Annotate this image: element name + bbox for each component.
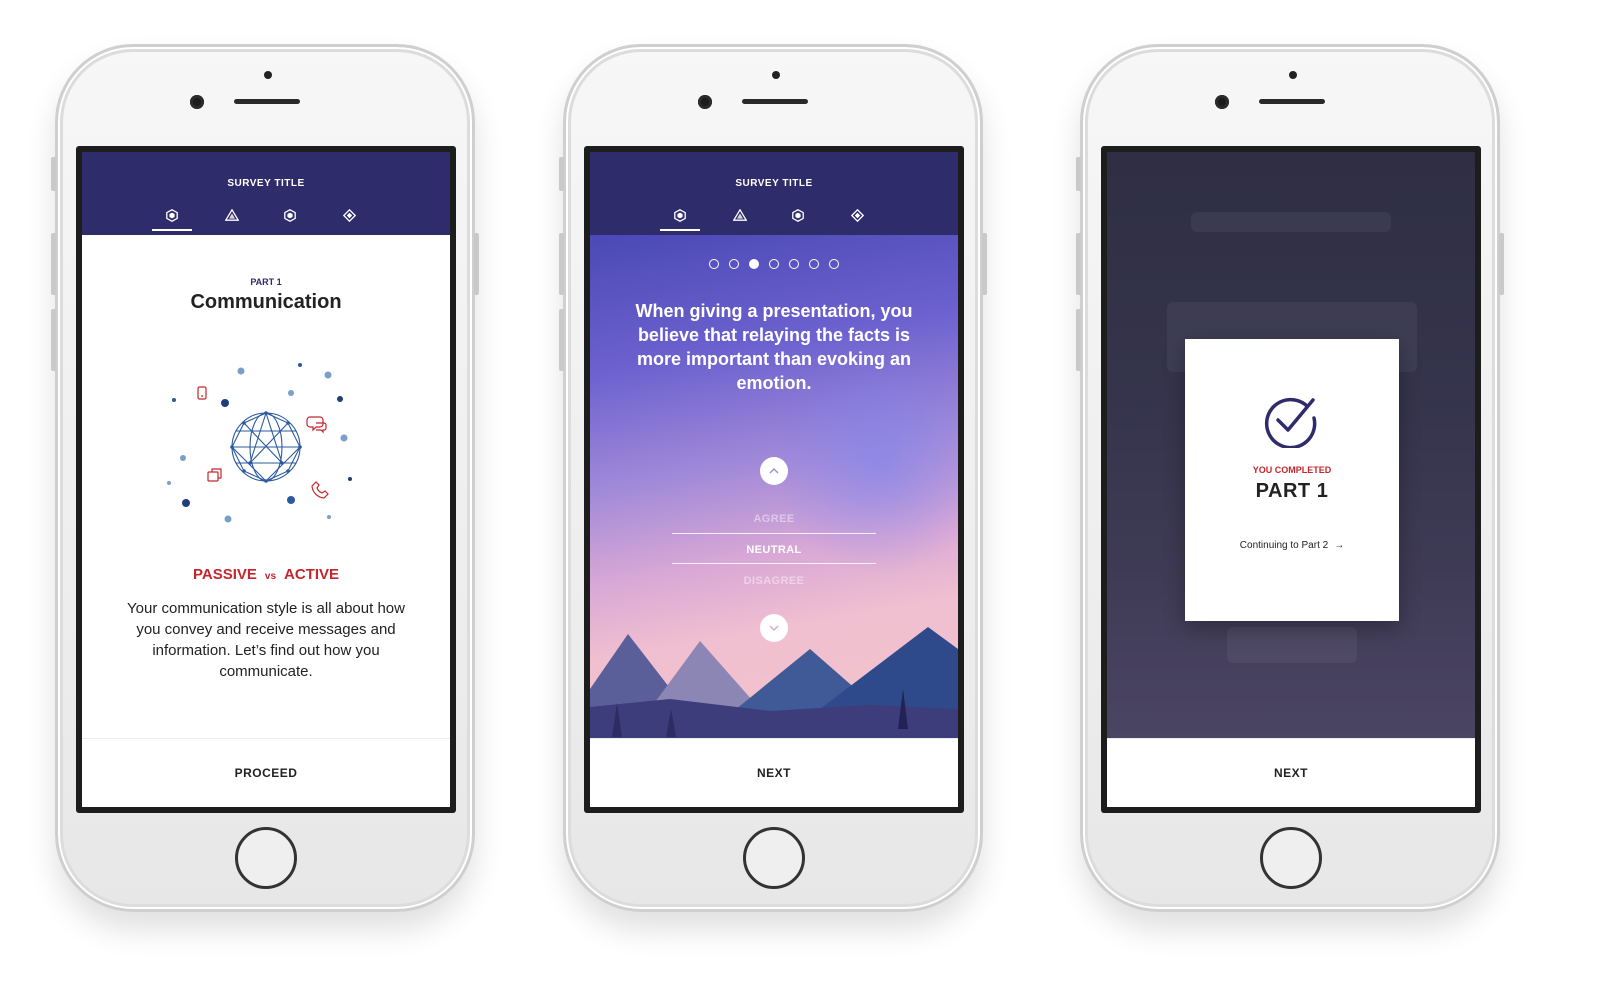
triangle-icon (733, 209, 747, 221)
mute-switch (51, 157, 56, 191)
intro-screen: SURVEY TITLE PART 1 Communication PASSIV… (82, 152, 450, 807)
completed-part-title: PART 1 (1255, 480, 1329, 502)
active-label: ACTIVE (284, 566, 340, 583)
part-tabs (660, 204, 896, 235)
triangle-icon (225, 209, 239, 221)
survey-title: SURVEY TITLE (227, 178, 305, 189)
option-neutral[interactable]: NEUTRAL (672, 544, 876, 556)
phone-1: SURVEY TITLE PART 1 Communication PASSIV… (51, 44, 479, 912)
blurred-tabs (1191, 212, 1391, 232)
progress-dot (829, 259, 839, 269)
tab-part-3[interactable] (270, 204, 310, 235)
mute-switch (559, 157, 564, 191)
survey-header: SURVEY TITLE (590, 152, 958, 235)
proceed-button[interactable]: PROCEED (82, 738, 450, 807)
progress-dot (729, 259, 739, 269)
hexagon-icon (166, 209, 178, 222)
arrow-right-icon: → (1334, 540, 1345, 551)
progress-dot (749, 259, 759, 269)
tab-part-1[interactable] (660, 204, 700, 235)
tab-part-2[interactable] (211, 204, 251, 235)
option-agree[interactable]: AGREE (672, 513, 876, 525)
screen-frame: YOU COMPLETED PART 1 Continuing to Part … (1101, 146, 1481, 813)
globe-icon (167, 363, 352, 523)
selection-line-bottom (672, 563, 876, 564)
screen-frame: SURVEY TITLE When giving a presentation,… (584, 146, 964, 813)
completion-screen: YOU COMPLETED PART 1 Continuing to Part … (1107, 152, 1475, 807)
scroll-up-button[interactable] (760, 457, 788, 485)
question-background: When giving a presentation, you believe … (590, 235, 958, 739)
chevron-up-icon (769, 468, 779, 474)
earpiece-speaker (234, 99, 300, 104)
proximity-sensor (772, 71, 780, 79)
passive-label: PASSIVE (192, 566, 257, 583)
selection-line-top (672, 533, 876, 534)
next-button[interactable]: NEXT (590, 738, 958, 807)
proximity-sensor (264, 71, 272, 79)
proximity-sensor (1289, 71, 1297, 79)
mountain-landscape (590, 627, 958, 739)
power-button (1499, 233, 1504, 295)
earpiece-speaker (742, 99, 808, 104)
next-button[interactable]: NEXT (1107, 738, 1475, 807)
phone-3: YOU COMPLETED PART 1 Continuing to Part … (1076, 44, 1504, 912)
volume-down-button (1076, 309, 1081, 371)
front-camera (190, 95, 204, 109)
volume-up-button (51, 233, 56, 295)
part-title: Communication (190, 291, 342, 313)
question-screen: SURVEY TITLE When giving a presentation,… (590, 152, 958, 807)
progress-dot (789, 259, 799, 269)
question-progress-dots (709, 259, 841, 273)
vs-label: vs (264, 571, 277, 582)
passive-vs-active: PASSIVE vs ACTIVE (82, 566, 450, 583)
part-description: Your communication style is all about ho… (127, 600, 405, 680)
communication-illustration (166, 357, 366, 542)
you-completed-label: YOU COMPLETED (1252, 465, 1332, 475)
volume-down-button (51, 309, 56, 371)
power-button (982, 233, 987, 295)
tab-part-3[interactable] (778, 204, 818, 235)
completion-card: YOU COMPLETED PART 1 Continuing to Part … (1185, 339, 1399, 621)
continue-link[interactable]: Continuing to Part 2 → (1185, 540, 1399, 551)
survey-header: SURVEY TITLE (82, 152, 450, 235)
hexagon-icon (284, 209, 296, 222)
blurred-option (1227, 627, 1357, 663)
front-camera (1215, 95, 1229, 109)
survey-title: SURVEY TITLE (735, 178, 813, 189)
hexagon-icon (674, 209, 686, 222)
home-button[interactable] (743, 827, 805, 889)
volume-up-button (559, 233, 564, 295)
diamond-icon (343, 209, 356, 222)
screen-frame: SURVEY TITLE PART 1 Communication PASSIV… (76, 146, 456, 813)
progress-dot (809, 259, 819, 269)
hexagon-icon (792, 209, 804, 222)
front-camera (698, 95, 712, 109)
progress-dot (769, 259, 779, 269)
volume-up-button (1076, 233, 1081, 295)
progress-dot (709, 259, 719, 269)
continue-text: Continuing to Part 2 (1239, 540, 1329, 551)
volume-down-button (559, 309, 564, 371)
power-button (474, 233, 479, 295)
check-circle-icon (1264, 397, 1317, 448)
diamond-icon (851, 209, 864, 222)
home-button[interactable] (235, 827, 297, 889)
tab-part-1[interactable] (152, 204, 192, 235)
earpiece-speaker (1259, 99, 1325, 104)
phone-2: SURVEY TITLE When giving a presentation,… (559, 44, 987, 912)
mute-switch (1076, 157, 1081, 191)
question-text: When giving a presentation, you believe … (635, 301, 913, 393)
option-disagree[interactable]: DISAGREE (672, 575, 876, 587)
tab-part-2[interactable] (719, 204, 759, 235)
part-label: PART 1 (250, 277, 282, 287)
home-button[interactable] (1260, 827, 1322, 889)
tab-part-4[interactable] (329, 204, 369, 235)
part-tabs (152, 204, 388, 235)
tab-part-4[interactable] (837, 204, 877, 235)
